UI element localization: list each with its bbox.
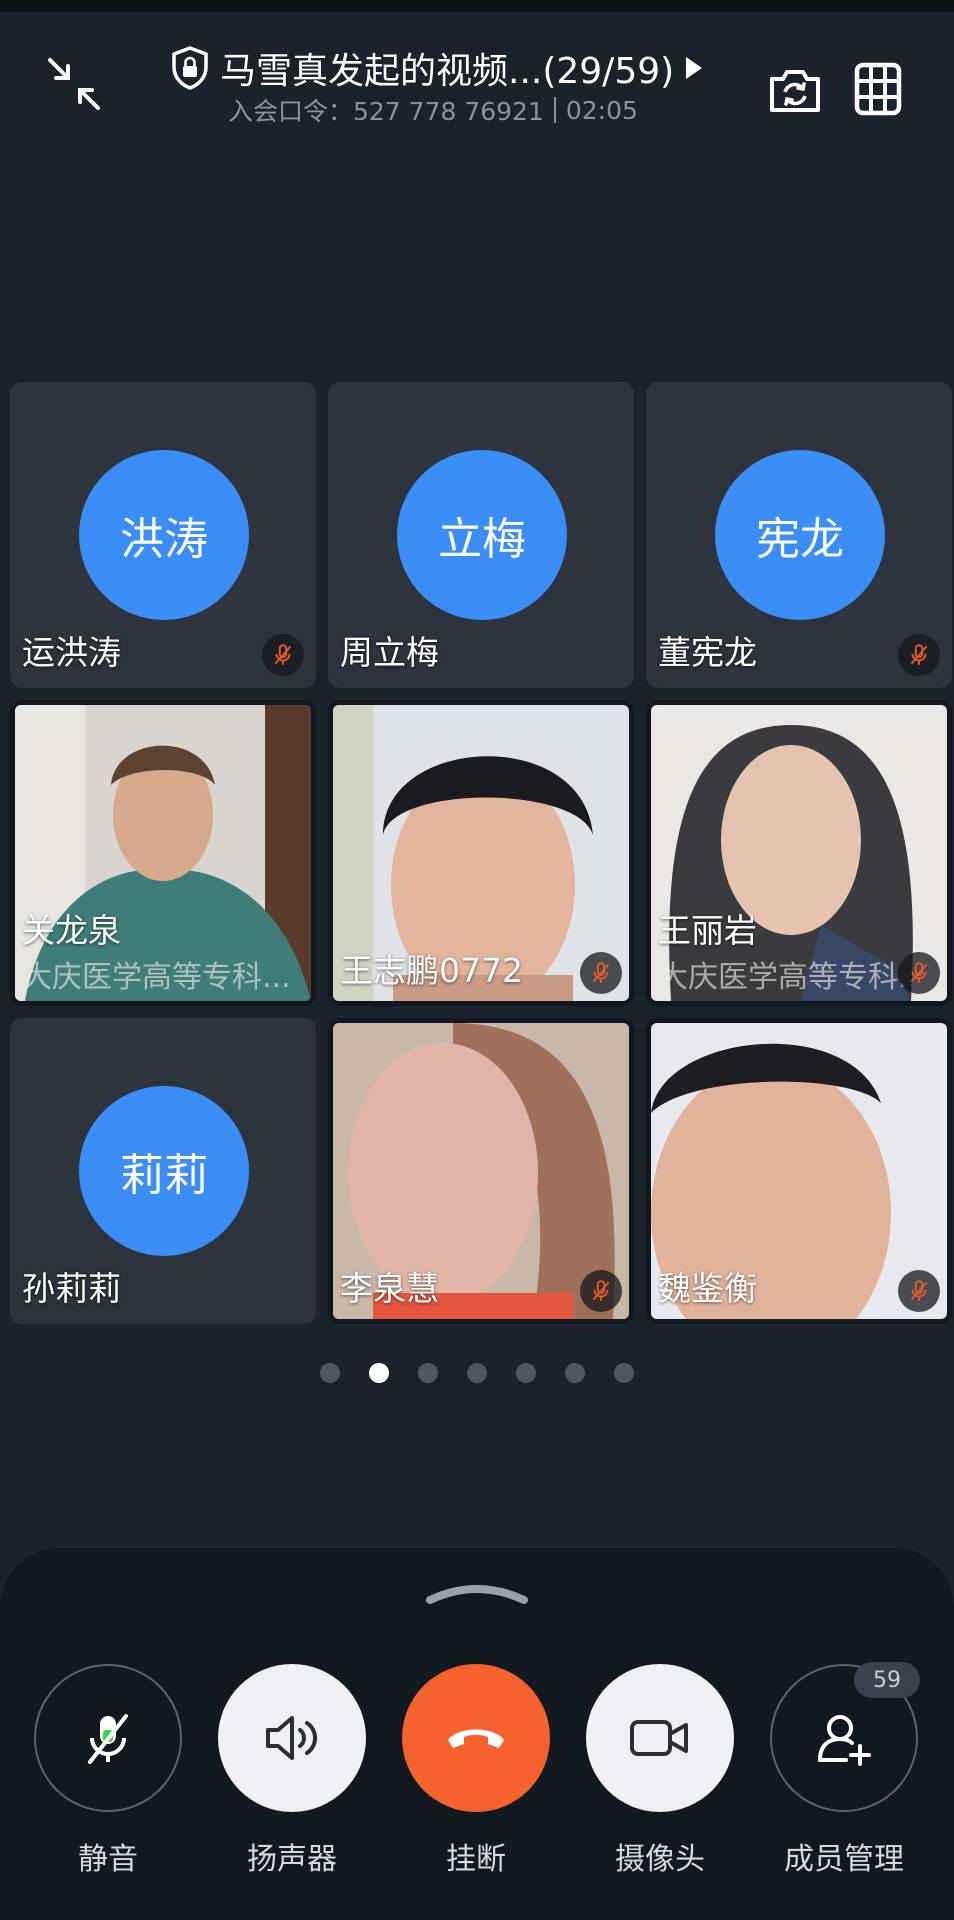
avatar: 洪涛 bbox=[79, 450, 249, 620]
mute-label: 静音 bbox=[78, 1842, 138, 1877]
expand-panel-handle[interactable] bbox=[422, 1578, 532, 1608]
participant-video-tile[interactable]: 王丽岩 大庆医学高等专科... bbox=[646, 700, 952, 1006]
page-dot[interactable] bbox=[565, 1363, 585, 1383]
mic-muted-icon bbox=[580, 1270, 622, 1312]
mic-muted-icon bbox=[898, 1270, 940, 1312]
members-control[interactable]: 59 成员管理 bbox=[770, 1662, 920, 1878]
participant-name: 关龙泉 bbox=[22, 911, 121, 950]
participant-video-tile[interactable]: 魏鉴衡 bbox=[646, 1018, 952, 1324]
mic-muted-icon bbox=[262, 634, 304, 676]
page-dot[interactable] bbox=[516, 1363, 536, 1383]
speaker-icon bbox=[266, 1716, 317, 1760]
participant-tile[interactable]: 宪龙 董宪龙 bbox=[646, 382, 952, 688]
participant-name: 李泉慧 bbox=[340, 1269, 439, 1308]
participant-video-tile[interactable]: 李泉慧 bbox=[328, 1018, 634, 1324]
mic-muted-icon bbox=[898, 952, 940, 994]
speaker-label: 扬声器 bbox=[247, 1842, 337, 1877]
participant-tile[interactable]: 立梅 周立梅 bbox=[328, 382, 634, 688]
switch-camera-icon[interactable] bbox=[766, 62, 824, 120]
page-indicator[interactable] bbox=[0, 1363, 954, 1383]
microphone-off-icon bbox=[88, 1714, 128, 1764]
participant-tile[interactable]: 莉莉 孙莉莉 bbox=[10, 1018, 316, 1324]
participant-name: 孙莉莉 bbox=[22, 1269, 121, 1308]
camera-control[interactable]: 摄像头 bbox=[586, 1664, 734, 1878]
page-dot[interactable] bbox=[418, 1363, 438, 1383]
avatar: 宪龙 bbox=[715, 450, 885, 620]
participant-name: 董宪龙 bbox=[658, 633, 757, 672]
page-dot[interactable] bbox=[614, 1363, 634, 1383]
meeting-subtitle: 入会口令：527 778 76921 02:05 bbox=[228, 92, 638, 128]
participant-name: 王志鹏0772 bbox=[340, 951, 523, 990]
camera-button[interactable] bbox=[586, 1664, 734, 1812]
meeting-title: 马雪真发起的视频...(29/59) bbox=[220, 51, 675, 92]
add-member-icon bbox=[818, 1715, 871, 1766]
speaker-button[interactable] bbox=[218, 1664, 366, 1812]
call-duration: 02:05 bbox=[565, 95, 638, 125]
grid-layout-icon[interactable] bbox=[854, 62, 902, 116]
camera-label: 摄像头 bbox=[615, 1842, 705, 1877]
participant-video-tile[interactable]: 王志鹏0772 bbox=[328, 700, 634, 1006]
divider bbox=[553, 97, 556, 123]
members-label: 成员管理 bbox=[784, 1842, 904, 1877]
page-dot[interactable] bbox=[467, 1363, 487, 1383]
video-camera-icon bbox=[630, 1720, 688, 1756]
expand-arrow-icon bbox=[686, 57, 703, 79]
page-dot-active[interactable] bbox=[369, 1363, 389, 1383]
hangup-label: 挂断 bbox=[446, 1842, 506, 1877]
speaker-control[interactable]: 扬声器 bbox=[218, 1664, 366, 1878]
mute-button[interactable] bbox=[34, 1664, 182, 1812]
hangup-phone-icon bbox=[448, 1729, 504, 1748]
participant-name: 运洪涛 bbox=[22, 633, 121, 672]
avatar: 立梅 bbox=[397, 450, 567, 620]
hangup-button[interactable] bbox=[402, 1664, 550, 1812]
mic-muted-icon bbox=[898, 634, 940, 676]
call-controls-panel: 静音 扬声器 挂断 摄像头 59 成员管理 bbox=[0, 1548, 954, 1920]
minimize-icon[interactable] bbox=[44, 54, 104, 114]
shield-lock-icon bbox=[172, 46, 208, 90]
participant-name: 魏鉴衡 bbox=[658, 1269, 757, 1308]
meeting-title-row[interactable]: 马雪真发起的视频...(29/59) bbox=[170, 42, 703, 94]
mute-control[interactable]: 静音 bbox=[34, 1664, 182, 1878]
status-bar bbox=[0, 0, 954, 12]
meeting-code: 入会口令：527 778 76921 bbox=[228, 97, 544, 126]
hangup-control[interactable]: 挂断 bbox=[402, 1664, 550, 1878]
mic-muted-icon bbox=[580, 952, 622, 994]
participant-name: 王丽岩 bbox=[658, 911, 757, 950]
participant-video-tile[interactable]: 关龙泉 大庆医学高等专科... bbox=[10, 700, 316, 1006]
participant-tile[interactable]: 洪涛 运洪涛 bbox=[10, 382, 316, 688]
participant-organization: 大庆医学高等专科... bbox=[22, 960, 291, 995]
member-count-badge: 59 bbox=[854, 1662, 920, 1698]
members-button[interactable]: 59 bbox=[770, 1662, 920, 1812]
call-header: 马雪真发起的视频...(29/59) 入会口令：527 778 76921 02… bbox=[0, 12, 954, 132]
participant-name: 周立梅 bbox=[340, 633, 439, 672]
avatar: 莉莉 bbox=[79, 1086, 249, 1256]
page-dot[interactable] bbox=[320, 1363, 340, 1383]
